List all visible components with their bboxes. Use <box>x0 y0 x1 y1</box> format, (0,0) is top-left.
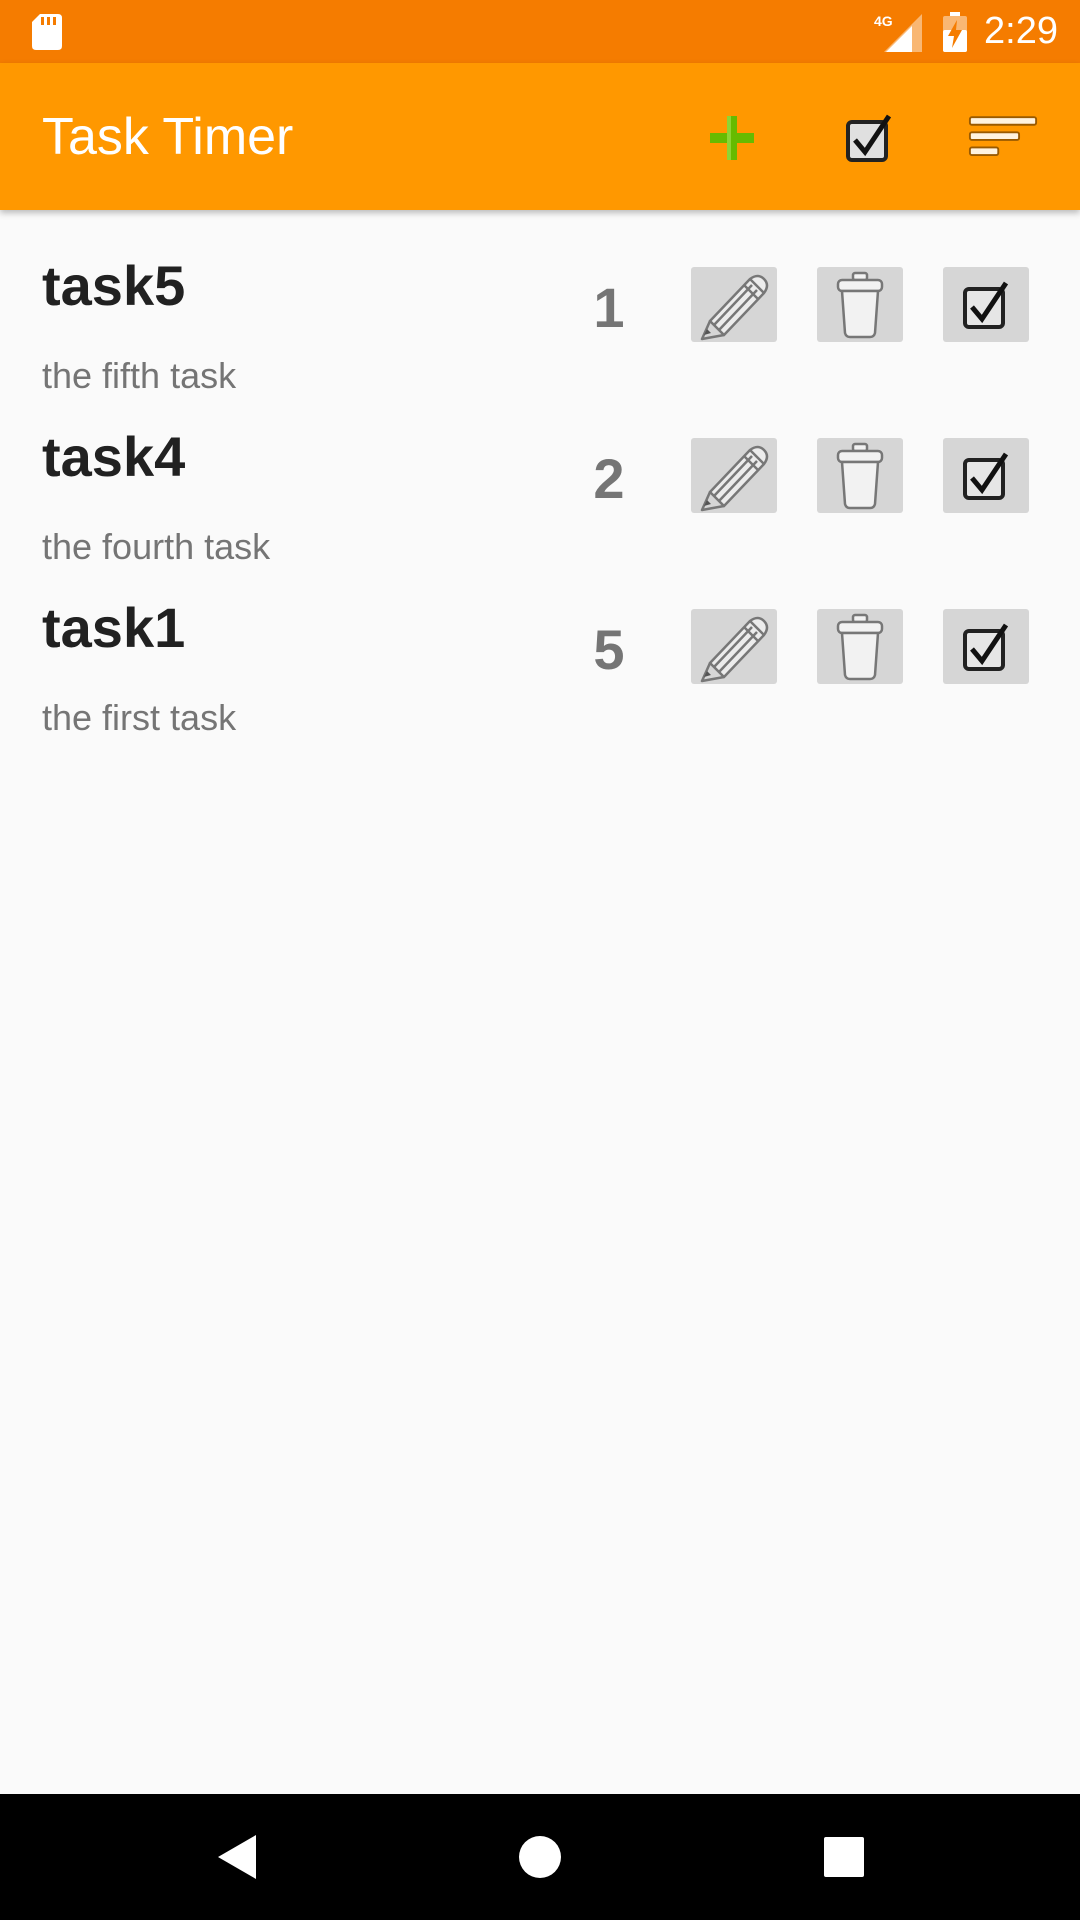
home-icon <box>519 1836 561 1878</box>
pencil-icon <box>700 445 769 511</box>
checkbox-icon <box>963 281 1009 329</box>
recents-button[interactable] <box>813 1826 875 1888</box>
delete-task-button[interactable] <box>817 438 903 513</box>
task-row[interactable]: task5 the fifth task 1 <box>0 210 1080 396</box>
battery-charging-icon <box>943 12 967 52</box>
delete-task-button[interactable] <box>817 609 903 684</box>
task-name: task4 <box>42 425 186 488</box>
navigation-bar <box>0 1794 1080 1920</box>
delete-task-button[interactable] <box>817 267 903 342</box>
home-button[interactable] <box>509 1826 571 1888</box>
checkbox-icon <box>963 452 1009 500</box>
task-description: the first task <box>42 697 237 738</box>
cell-signal-icon: 4G <box>874 13 922 52</box>
checkbox-icon <box>963 623 1009 671</box>
edit-task-button[interactable] <box>691 438 777 513</box>
task-name: task1 <box>42 596 186 659</box>
task-row[interactable]: task4 the fourth task 2 <box>0 381 1080 567</box>
network-type-label: 4G <box>874 13 893 29</box>
status-clock: 2:29 <box>984 10 1058 52</box>
task-row[interactable]: task1 the first task 5 <box>0 552 1080 738</box>
edit-task-button[interactable] <box>691 267 777 342</box>
edit-task-button[interactable] <box>691 609 777 684</box>
sd-card-icon <box>32 14 62 50</box>
app-title: Task Timer <box>42 108 294 166</box>
trash-icon <box>836 442 884 509</box>
pencil-icon <box>700 616 769 682</box>
complete-task-button[interactable] <box>943 609 1029 684</box>
show-durations-button[interactable] <box>834 103 904 173</box>
status-bar: 4G 2:29 <box>0 0 1080 63</box>
sort-lines-icon <box>968 116 1038 156</box>
task-sort-order: 1 <box>593 276 625 339</box>
trash-icon <box>836 613 884 680</box>
task-name: task5 <box>42 254 186 317</box>
add-task-button[interactable] <box>697 103 767 173</box>
back-icon <box>218 1835 256 1879</box>
task-sort-order: 5 <box>593 618 625 681</box>
back-button[interactable] <box>205 1826 267 1888</box>
sort-menu-button[interactable] <box>968 103 1038 173</box>
recents-icon <box>824 1837 864 1877</box>
complete-task-button[interactable] <box>943 267 1029 342</box>
pencil-icon <box>700 274 769 340</box>
complete-task-button[interactable] <box>943 438 1029 513</box>
checkbox-icon <box>846 114 892 162</box>
app-bar: Task Timer <box>0 63 1080 210</box>
plus-icon <box>710 116 754 160</box>
task-sort-order: 2 <box>593 447 625 510</box>
trash-icon <box>836 271 884 338</box>
